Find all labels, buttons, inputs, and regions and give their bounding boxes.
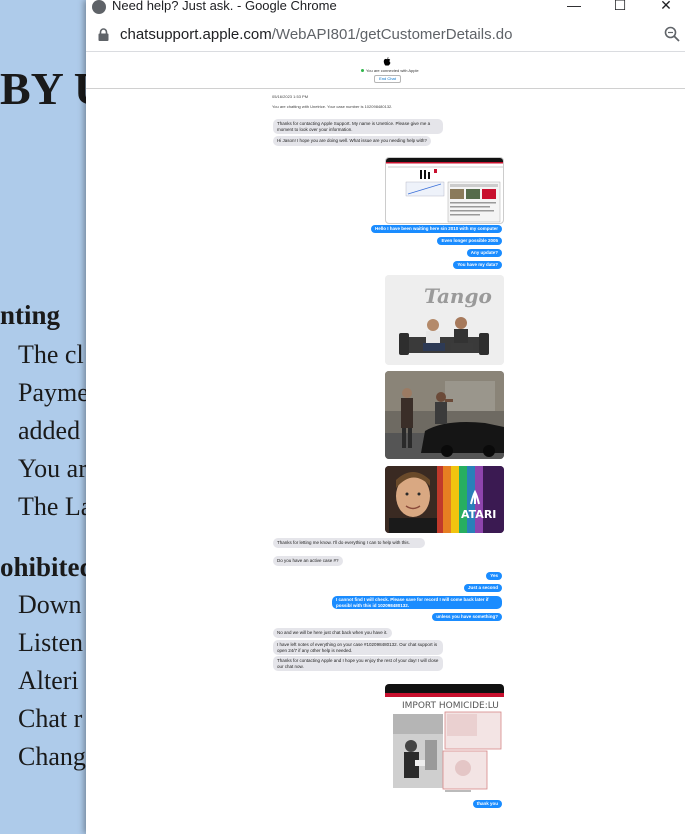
zoom-icon[interactable] [664,26,680,42]
user-message: Hello I have been waiting here sin 2010 … [370,225,502,233]
agent-message: Do you have an active case #? [273,556,343,566]
shared-screenshot-image[interactable] [385,157,504,224]
doc-list-item: You ar [18,454,87,483]
chrome-popup-window: Need help? Just ask. - Google Chrome — ☐… [86,0,685,834]
user-message: Any update? [466,249,502,257]
tango-photo-image[interactable]: Tango [385,275,504,365]
minimize-button[interactable]: — [564,0,584,14]
agent-message: Hi Jason! I hope you are doing well. Wha… [273,136,431,146]
doc-list-item: The La [18,492,93,521]
men-car-photo-image[interactable] [385,371,504,459]
chat-timestamp: 05/16/2023 1:53 PM [272,94,309,99]
user-message: thank you [472,800,502,808]
user-message: You have my data? [453,261,502,269]
doc-list-item: Alteri [18,666,79,695]
doc-list-item: Listen [18,628,83,657]
user-message: I cannot find I will check. Please save … [332,596,502,609]
end-chat-button[interactable]: End Chat [374,75,401,83]
agent-message: No and we will be here just chat back wh… [273,628,392,638]
chrome-icon [92,0,106,14]
chat-page: You are connected with Apple End Chat 05… [86,53,685,834]
title-bar: Need help? Just ask. - Google Chrome — ☐… [86,0,685,18]
url-text[interactable]: chatsupport.apple.com/WebAPI801/getCusto… [120,26,512,43]
doc-section-heading: ohibited [0,552,95,582]
agent-message: I have left notes of everything on your … [273,640,443,655]
doc-list-item: Down [18,590,82,619]
connection-status: You are connected with Apple [361,68,419,73]
user-message: Even longer possible 2005 [437,237,502,245]
status-dot-icon [361,69,364,72]
window-title: Need help? Just ask. - Google Chrome [112,0,337,13]
agent-message: Thanks for contacting Apple and I hope y… [273,656,443,671]
atari-photo-image[interactable]: ATARI [385,466,504,533]
doc-section-heading: nting [0,300,61,330]
homicide-news-image[interactable]: IMPORT HOMICIDE:LU [385,684,504,802]
lock-icon[interactable] [98,28,109,41]
address-bar[interactable]: chatsupport.apple.com/WebAPI801/getCusto… [86,18,685,52]
maximize-button[interactable]: ☐ [610,0,630,14]
doc-list-item: Chang [18,742,86,771]
close-button[interactable]: ✕ [656,0,676,14]
user-message: Just a second [463,584,502,592]
agent-message: Thanks for contacting Apple Support. My … [273,119,443,134]
doc-list-item: Payme [18,378,89,407]
case-notice: You are chatting with Unetrice. Your cas… [272,104,393,109]
user-message: unless you have something? [432,613,502,621]
agent-message: Thanks for letting me know. I'll do ever… [273,538,425,548]
tango-logo-text: Tango [424,284,492,308]
doc-list-item: Chat r [18,704,83,733]
doc-list-item: added [18,416,81,445]
doc-list-item: The cl [18,340,84,369]
apple-logo-icon [383,57,391,66]
user-message: Yes [486,572,502,580]
chat-header: You are connected with Apple End Chat [86,53,685,89]
atari-logo-text: ATARI [461,508,496,521]
homicide-headline-text: IMPORT HOMICIDE:LU [402,701,499,711]
